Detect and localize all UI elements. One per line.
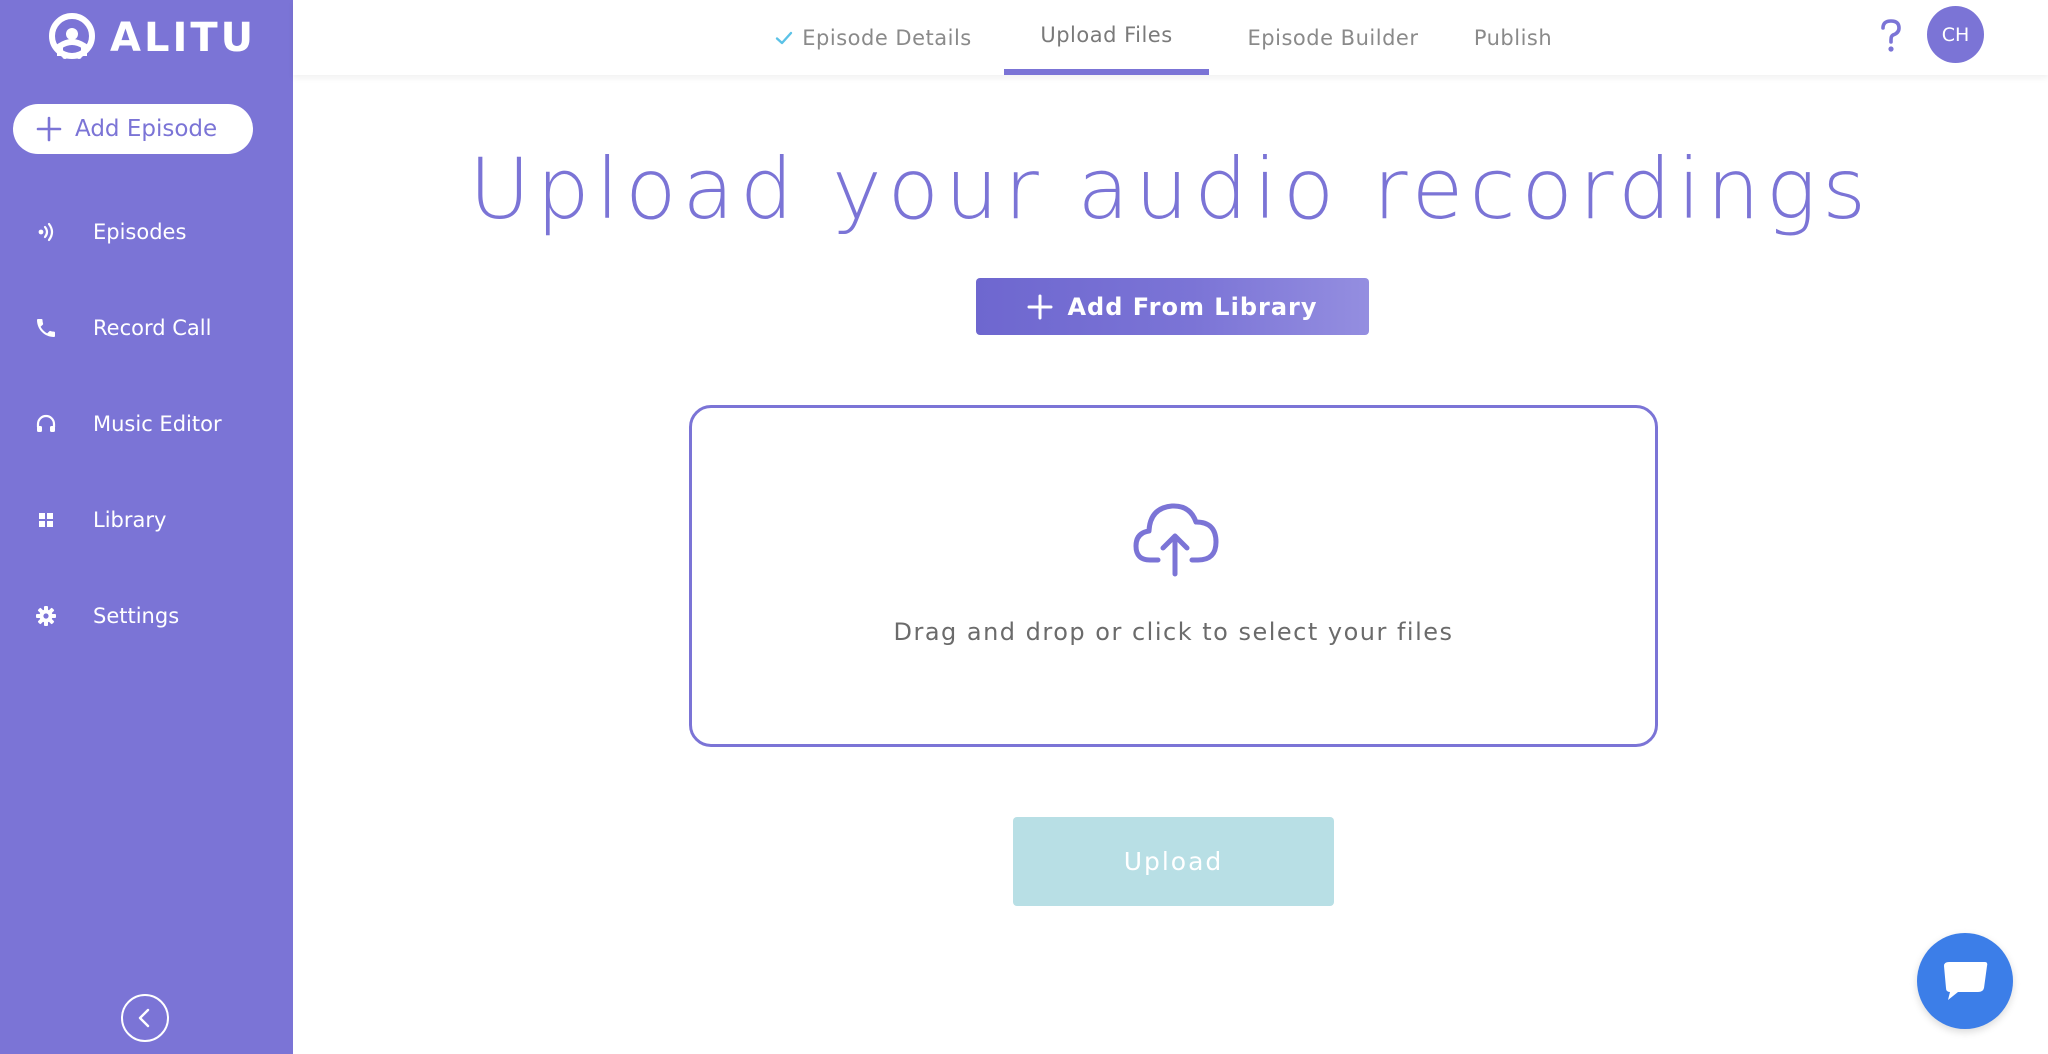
tab-label: Episode Builder [1247, 25, 1419, 50]
tab-episode-builder[interactable]: Episode Builder [1233, 0, 1433, 75]
upload-button[interactable]: Upload [1013, 817, 1334, 906]
headphones-icon [34, 412, 58, 436]
add-episode-button[interactable]: Add Episode [13, 104, 253, 154]
chevron-left-icon [134, 1007, 156, 1029]
check-icon [774, 28, 794, 48]
logo-text: ALITU [110, 15, 257, 61]
plus-icon [1027, 294, 1053, 320]
help-icon[interactable] [1876, 16, 1906, 56]
sidebar-item-record-call[interactable]: Record Call [0, 298, 293, 358]
tab-label: Episode Details [802, 25, 972, 50]
sidebar: ALITU Add Episode Episodes Record Call M… [0, 0, 293, 1054]
avatar[interactable]: CH [1927, 6, 1984, 63]
alitu-logo-icon [46, 12, 98, 64]
file-dropzone[interactable]: Drag and drop or click to select your fi… [689, 405, 1658, 747]
chat-widget-button[interactable] [1917, 933, 2013, 1029]
tab-episode-details[interactable]: Episode Details [763, 0, 983, 75]
phone-icon [34, 316, 58, 340]
tab-upload-files[interactable]: Upload Files [1004, 0, 1209, 75]
sidebar-item-library[interactable]: Library [0, 490, 293, 550]
plus-icon [35, 115, 63, 143]
sidebar-item-label: Music Editor [93, 412, 222, 436]
sidebar-item-label: Settings [93, 604, 180, 628]
gear-icon [34, 604, 58, 628]
add-from-library-button[interactable]: Add From Library [976, 278, 1369, 335]
tab-publish[interactable]: Publish [1463, 0, 1563, 75]
sidebar-item-episodes[interactable]: Episodes [0, 202, 293, 262]
tab-label: Upload Files [1040, 22, 1173, 47]
page-title: Upload your audio recordings [468, 140, 1873, 238]
sidebar-item-music-editor[interactable]: Music Editor [0, 394, 293, 454]
grid-icon [34, 508, 58, 532]
sidebar-item-settings[interactable]: Settings [0, 586, 293, 646]
sidebar-item-label: Record Call [93, 316, 212, 340]
add-episode-label: Add Episode [75, 116, 218, 142]
sidebar-item-label: Episodes [93, 220, 187, 244]
tab-label: Publish [1473, 25, 1553, 50]
dropzone-text: Drag and drop or click to select your fi… [893, 618, 1454, 646]
collapse-sidebar-button[interactable] [121, 994, 169, 1042]
top-bar: Episode Details Upload Files Episode Bui… [293, 0, 2048, 75]
add-from-library-label: Add From Library [1067, 292, 1318, 321]
episodes-icon [34, 220, 58, 244]
alitu-logo[interactable]: ALITU [46, 12, 256, 64]
cloud-upload-icon [1132, 498, 1220, 578]
chat-icon [1940, 958, 1990, 1004]
sidebar-item-label: Library [93, 508, 167, 532]
